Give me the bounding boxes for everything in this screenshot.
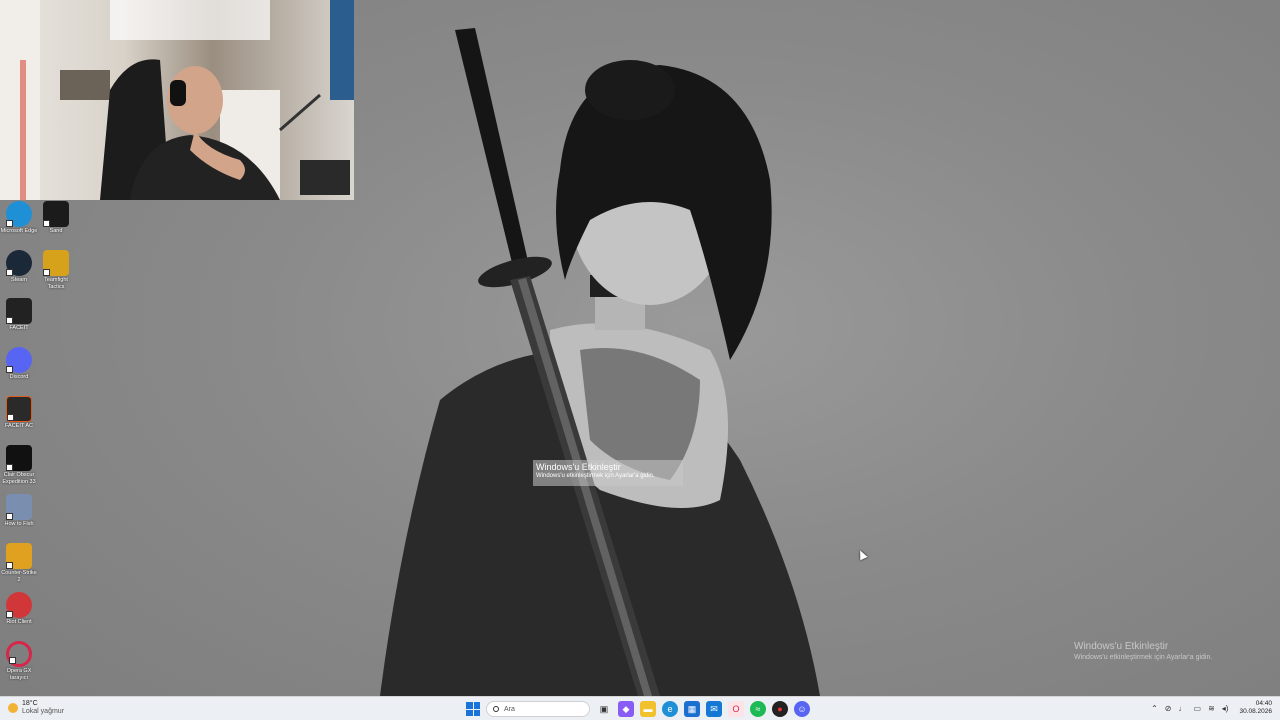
opera-gx-icon [6, 641, 32, 667]
clair-obscur-icon [6, 445, 32, 471]
discord-taskbar-icon[interactable]: ☺ [794, 701, 810, 717]
how-to-fish-icon [6, 494, 32, 520]
tft-icon [43, 250, 69, 276]
desktop-icon-clair-obscur[interactable]: Clair Obscur Expedition 33 [0, 445, 38, 485]
sand-game-icon [43, 201, 69, 227]
taskbar-search[interactable]: Ara [486, 701, 590, 717]
steam-helper-icon[interactable]: ● [772, 701, 788, 717]
edge-taskbar-icon[interactable]: e [662, 701, 678, 717]
cs2-icon [6, 543, 32, 569]
taskbar-clock[interactable]: 04:40 30.08.2026 [1239, 700, 1272, 716]
task-view-icon[interactable]: ▣ [596, 701, 612, 717]
steam-icon [6, 250, 32, 276]
desktop-icon-tft[interactable]: Teamfight Tactics [37, 250, 75, 290]
desktop-icon-how-to-fish[interactable]: How to Fish [0, 494, 38, 528]
opera-gx-taskbar-icon[interactable]: O [728, 701, 744, 717]
desktop-icon-faceit[interactable]: FACEIT [0, 298, 38, 332]
network-status-icon[interactable]: ⊘ [1165, 704, 1172, 713]
desktop-icon-riot[interactable]: Riot Client [0, 592, 38, 626]
weather-icon [8, 703, 18, 713]
file-explorer-icon[interactable]: ▬ [640, 701, 656, 717]
system-tray: ⌃ ⊘ ♩ ▭ ≋ ◂) 04:40 30.08.2026 [1151, 700, 1272, 716]
display-icon[interactable]: ▭ [1194, 704, 1202, 713]
faceit-icon [6, 298, 32, 324]
taskbar: 18°C Lokal yağmur Ara ▣ ◆ ▬ e ▦ ✉ O ≈ ● … [0, 696, 1280, 720]
activation-popup-ghost: Windows'u Etkinleştir Windows'u etkinleş… [533, 460, 683, 486]
faceit-ac-icon [6, 396, 32, 422]
microphone-icon[interactable]: ♩ [1179, 704, 1187, 713]
wifi-icon[interactable]: ≋ [1208, 704, 1215, 713]
volume-icon[interactable]: ◂) [1222, 704, 1229, 713]
activation-watermark: Windows'u Etkinleştir Windows'u etkinleş… [1074, 641, 1213, 661]
mail-icon[interactable]: ✉ [706, 701, 722, 717]
copilot-icon[interactable]: ◆ [618, 701, 634, 717]
desktop-icon-sand[interactable]: Sand [37, 201, 75, 235]
desktop-icon-edge[interactable]: Microsoft Edge [0, 201, 38, 235]
riot-icon [6, 592, 32, 618]
tray-overflow-chevron-icon[interactable]: ⌃ [1151, 704, 1158, 713]
start-button[interactable] [466, 702, 480, 716]
webcam-overlay [0, 0, 354, 200]
edge-icon [6, 201, 32, 227]
search-icon [493, 706, 499, 712]
mouse-cursor-icon [856, 548, 868, 561]
discord-icon [6, 347, 32, 373]
spotify-icon[interactable]: ≈ [750, 701, 766, 717]
weather-widget[interactable]: 18°C Lokal yağmur [8, 700, 64, 716]
store-icon[interactable]: ▦ [684, 701, 700, 717]
desktop-icon-cs2[interactable]: Counter-Strike 2 [0, 543, 38, 583]
desktop-icon-discord[interactable]: Discord [0, 347, 38, 381]
desktop-icon-faceit-ac[interactable]: FACEIT AC [0, 396, 38, 430]
wallpaper-figure [380, 20, 840, 696]
desktop-icon-opera-gx[interactable]: Opera GX tarayıcı [0, 641, 38, 681]
desktop-icon-steam[interactable]: Steam [0, 250, 38, 284]
